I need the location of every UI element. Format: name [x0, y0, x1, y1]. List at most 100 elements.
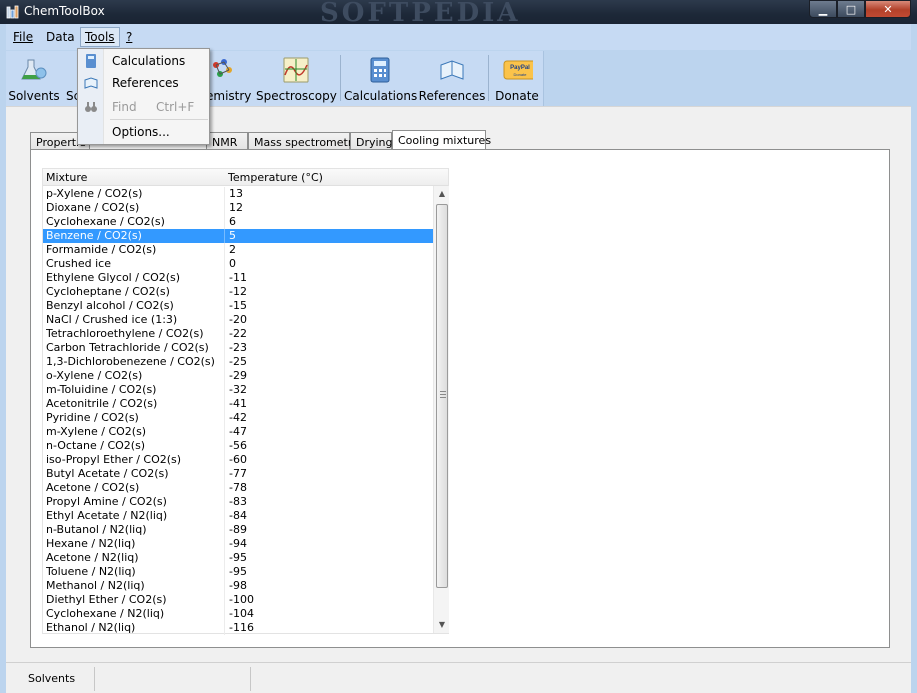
cell-temperature: -11 [229, 271, 247, 284]
tab-mass-spectrometry-label: Mass spectrometry [254, 136, 359, 149]
table-row[interactable]: o-Xylene / CO2(s) -29 [43, 369, 433, 383]
cell-mixture: Propyl Amine / CO2(s) [46, 495, 167, 508]
binoculars-icon [85, 102, 97, 112]
table-row[interactable]: m-Xylene / CO2(s) -47 [43, 425, 433, 439]
menu-item-references[interactable]: References [78, 72, 209, 94]
toolbar-solvents-button[interactable]: Solvents [6, 51, 62, 106]
table-row[interactable]: n-Butanol / N2(liq) -89 [43, 523, 433, 537]
column-divider [224, 439, 225, 453]
tab-mass-spectrometry[interactable]: Mass spectrometry [248, 132, 359, 150]
tab-cooling-mixtures[interactable]: Cooling mixtures [392, 130, 491, 151]
table-row[interactable]: Benzyl alcohol / CO2(s) -15 [43, 299, 433, 313]
toolbar-spectroscopy-label: Spectroscopy [256, 89, 337, 103]
table-row[interactable]: Diethyl Ether / CO2(s) -100 [43, 593, 433, 607]
toolbar-donate-button[interactable]: PayPal Donate Donate [492, 51, 542, 106]
cell-temperature: 12 [229, 201, 243, 214]
column-divider [224, 495, 225, 509]
cell-mixture: Methanol / N2(liq) [46, 579, 145, 592]
table-row[interactable]: Acetonitrile / CO2(s) -41 [43, 397, 433, 411]
status-bar: Solvents [6, 662, 911, 693]
cell-mixture: Acetone / CO2(s) [46, 481, 140, 494]
column-header-temperature[interactable]: Temperature (°C) [228, 171, 323, 184]
column-divider [224, 537, 225, 551]
status-separator [250, 667, 251, 691]
table-row[interactable]: Ethylene Glycol / CO2(s) -11 [43, 271, 433, 285]
menu-help[interactable]: ? [126, 30, 132, 44]
cell-mixture: Butyl Acetate / CO2(s) [46, 467, 169, 480]
book-icon [440, 60, 464, 80]
menu-file[interactable]: File [13, 30, 33, 44]
menu-file-label: File [13, 30, 34, 44]
column-divider [224, 243, 225, 257]
tab-drying[interactable]: Drying [350, 132, 393, 150]
table-row[interactable]: Toluene / N2(liq) -95 [43, 565, 433, 579]
table-row[interactable]: Carbon Tetrachloride / CO2(s) -23 [43, 341, 433, 355]
svg-text:PayPal: PayPal [510, 65, 530, 71]
column-divider [224, 397, 225, 411]
table-row[interactable]: 1,3-Dichlorobenezene / CO2(s) -25 [43, 355, 433, 369]
menu-item-options[interactable]: Options... [78, 121, 209, 143]
toolbar-spectroscopy-button[interactable]: Spectroscopy [256, 51, 337, 106]
table-row[interactable]: Crushed ice 0 [43, 257, 433, 271]
scroll-down-arrow-icon[interactable]: ▼ [434, 617, 450, 633]
table-row[interactable]: Formamide / CO2(s) 2 [43, 243, 433, 257]
table-row[interactable]: Acetone / N2(liq) -95 [43, 551, 433, 565]
table-row[interactable]: Cyclohexane / CO2(s) 6 [43, 215, 433, 229]
tab-nmr[interactable]: NMR [206, 132, 248, 150]
scroll-up-arrow-icon[interactable]: ▲ [434, 186, 450, 202]
menu-data-label: Data [46, 30, 75, 44]
minimize-button[interactable]: ▁ [809, 0, 837, 18]
column-divider [224, 411, 225, 425]
column-divider [224, 299, 225, 313]
maximize-button[interactable]: □ [837, 0, 865, 18]
menu-tools[interactable]: Tools [80, 27, 120, 47]
table-row[interactable]: p-Xylene / CO2(s) 13 [43, 187, 433, 201]
cell-mixture: Benzyl alcohol / CO2(s) [46, 299, 174, 312]
cell-temperature: -25 [229, 355, 247, 368]
menu-data[interactable]: Data [46, 30, 75, 44]
table-row[interactable]: n-Octane / CO2(s) -56 [43, 439, 433, 453]
table-row[interactable]: Tetrachloroethylene / CO2(s) -22 [43, 327, 433, 341]
cell-temperature: -89 [229, 523, 247, 536]
cell-temperature: -22 [229, 327, 247, 340]
cell-temperature: -15 [229, 299, 247, 312]
table-row[interactable]: Cycloheptane / CO2(s) -12 [43, 285, 433, 299]
table-row[interactable]: iso-Propyl Ether / CO2(s) -60 [43, 453, 433, 467]
table-row[interactable]: Benzene / CO2(s) 5 [43, 229, 433, 243]
cell-mixture: Hexane / N2(liq) [46, 537, 136, 550]
cell-temperature: -60 [229, 453, 247, 466]
tab-drying-label: Drying [356, 136, 393, 149]
table-row[interactable]: Acetone / CO2(s) -78 [43, 481, 433, 495]
toolbar-references-button[interactable]: References [416, 51, 488, 106]
table-row[interactable]: Propyl Amine / CO2(s) -83 [43, 495, 433, 509]
column-divider [224, 579, 225, 593]
column-header-mixture[interactable]: Mixture [46, 171, 87, 184]
vertical-scrollbar[interactable]: ▲ ▼ [433, 186, 449, 633]
table-row[interactable]: Hexane / N2(liq) -94 [43, 537, 433, 551]
column-divider [224, 383, 225, 397]
column-divider [224, 187, 225, 201]
table-row[interactable]: Butyl Acetate / CO2(s) -77 [43, 467, 433, 481]
menu-item-calculations[interactable]: Calculations [78, 50, 209, 72]
menu-item-references-label: References [112, 76, 179, 90]
table-row[interactable]: Methanol / N2(liq) -98 [43, 579, 433, 593]
scrollbar-thumb[interactable] [436, 204, 448, 588]
title-bar[interactable]: ChemToolBox SOFTPEDIA ▁ □ ✕ [0, 0, 917, 28]
cooling-mixtures-list[interactable]: Mixture Temperature (°C) p-Xylene / CO2(… [42, 168, 449, 635]
table-row[interactable]: Ethyl Acetate / N2(liq) -84 [43, 509, 433, 523]
table-row[interactable]: Ethanol / N2(liq) -116 [43, 621, 433, 635]
cell-temperature: -20 [229, 313, 247, 326]
cell-mixture: iso-Propyl Ether / CO2(s) [46, 453, 182, 466]
menu-item-find[interactable]: Find Ctrl+F [78, 96, 209, 118]
table-row[interactable]: NaCl / Crushed ice (1:3) -20 [43, 313, 433, 327]
close-button[interactable]: ✕ [865, 0, 911, 18]
toolbar-calculations-button[interactable]: Calculations [344, 51, 417, 106]
column-divider [224, 229, 225, 243]
table-row[interactable]: Dioxane / CO2(s) 12 [43, 201, 433, 215]
cell-mixture: 1,3-Dichlorobenezene / CO2(s) [46, 355, 215, 368]
column-divider [224, 285, 225, 299]
table-row[interactable]: Cyclohexane / N2(liq) -104 [43, 607, 433, 621]
table-row[interactable]: Pyridine / CO2(s) -42 [43, 411, 433, 425]
column-divider [224, 551, 225, 565]
table-row[interactable]: m-Toluidine / CO2(s) -32 [43, 383, 433, 397]
